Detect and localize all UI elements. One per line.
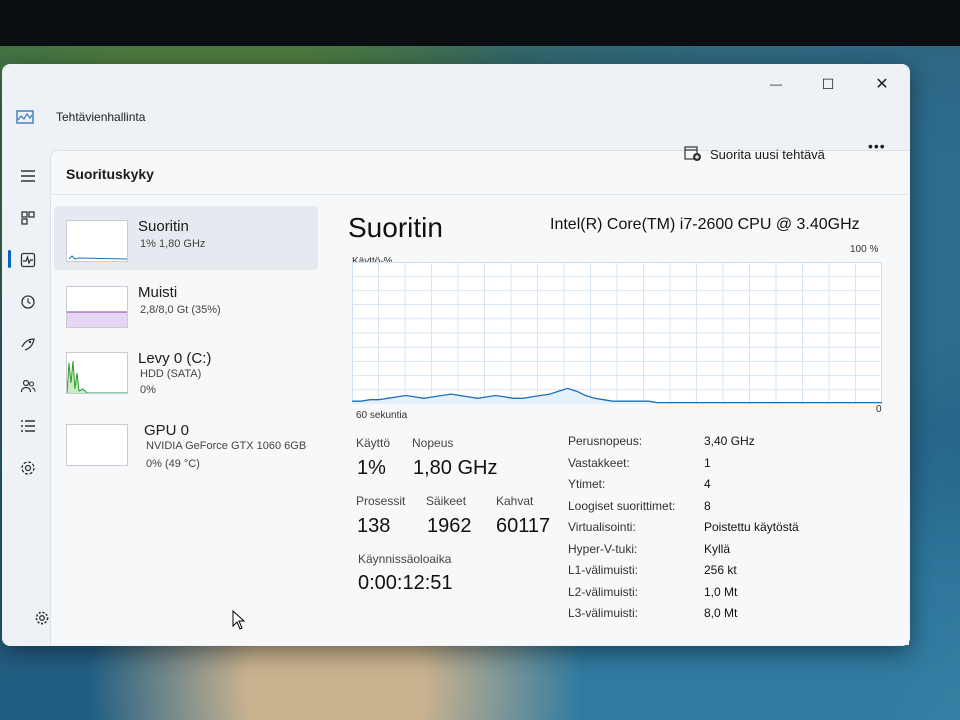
device-memory[interactable]: Muisti 2,8/8,0 Gt (35%) <box>54 272 318 336</box>
app-title: Tehtävienhallinta <box>56 110 146 124</box>
services-icon <box>21 461 35 475</box>
mouse-pointer <box>232 609 246 635</box>
usage-label: Käyttö <box>356 436 391 450</box>
maximize-button[interactable]: ☐ <box>808 70 848 98</box>
menu-icon <box>21 170 35 182</box>
graph-min-label: 0 <box>876 404 882 415</box>
spec-value: Poistettu käytöstä <box>704 520 799 534</box>
device-gpu[interactable]: GPU 0 NVIDIA GeForce GTX 1060 6GB 0% (49… <box>54 410 318 480</box>
device-memory-usage: 2,8/8,0 Gt (35%) <box>140 304 221 316</box>
nav-services[interactable] <box>14 454 42 482</box>
processes-value: 138 <box>357 515 391 537</box>
maximize-icon: ☐ <box>821 75 835 92</box>
spec-value: Kyllä <box>704 541 731 556</box>
handles-value: 60117 <box>496 515 551 537</box>
uptime-label: Käynnissäoloaika <box>358 552 452 566</box>
cpu-thumbnail-graph <box>66 220 128 262</box>
graph-time-label: 60 sekuntia <box>356 410 408 421</box>
device-memory-name: Muisti <box>138 284 178 301</box>
spec-value: 1 <box>704 455 711 470</box>
threads-label: Säikeet <box>426 494 467 508</box>
task-manager-app-icon <box>16 110 34 124</box>
device-cpu-usage: 1% 1,80 GHz <box>140 238 206 250</box>
users-icon <box>20 379 36 393</box>
device-disk[interactable]: Levy 0 (C:) HDD (SATA) 0% <box>54 338 318 408</box>
nav-details[interactable] <box>14 412 42 440</box>
history-icon <box>21 295 35 309</box>
spec-label: Perusnopeus: <box>568 434 643 448</box>
spec-label: Loogiset suorittimet: <box>568 498 676 513</box>
threads-value: 1962 <box>427 515 472 537</box>
device-disk-type: HDD (SATA) <box>140 368 202 380</box>
processes-label: Prosessit <box>356 494 406 508</box>
close-button[interactable]: ✕ <box>862 70 902 98</box>
device-gpu-name: GPU 0 <box>144 422 190 439</box>
device-gpu-model: NVIDIA GeForce GTX 1060 6GB <box>146 440 307 452</box>
cpu-model: Intel(R) Core(TM) i7-2600 CPU @ 3.40GHz <box>550 216 860 233</box>
spec-value: 4 <box>704 477 711 491</box>
details-icon <box>21 420 35 432</box>
graph-max-label: 100 % <box>850 244 879 255</box>
nav-processes[interactable] <box>14 204 42 232</box>
close-icon: ✕ <box>875 76 889 93</box>
spec-value: 8 <box>704 498 711 513</box>
spec-label: L3-välimuisti: <box>568 606 639 620</box>
usage-value: 1% <box>357 457 386 479</box>
minimize-button[interactable]: — <box>756 70 796 98</box>
run-task-icon <box>684 146 701 161</box>
monitor-bezel <box>0 0 960 46</box>
run-task-label: Suorita uusi tehtävä <box>710 146 825 162</box>
nav-menu-button[interactable] <box>14 162 42 190</box>
cpu-heading: Suoritin <box>348 212 443 243</box>
device-disk-usage: 0% <box>140 384 156 396</box>
disk-thumbnail-graph <box>66 352 128 394</box>
minimize-icon: — <box>770 77 782 91</box>
startup-icon <box>21 338 35 351</box>
spec-value: 8,0 Mt <box>704 606 738 620</box>
device-cpu-name: Suoritin <box>138 218 189 235</box>
speed-label: Nopeus <box>412 436 454 450</box>
spec-label: Ytimet: <box>568 477 606 491</box>
cpu-usage-graph <box>352 262 882 404</box>
device-gpu-usage: 0% (49 °C) <box>146 458 200 470</box>
run-new-task-button[interactable]: Suorita uusi tehtävä <box>684 142 825 166</box>
gpu-thumbnail-graph <box>66 424 128 466</box>
processes-icon <box>21 211 35 225</box>
cursor-arrow-icon <box>232 609 246 630</box>
spec-value: 256 kt <box>704 563 737 577</box>
spec-label: Vastakkeet: <box>568 455 630 470</box>
more-options-button[interactable]: ••• <box>868 138 886 154</box>
performance-icon <box>20 252 36 268</box>
memory-thumbnail-graph <box>66 286 128 328</box>
spec-value: 3,40 GHz <box>704 434 755 448</box>
header-divider <box>50 194 908 195</box>
nav-startup-apps[interactable] <box>14 330 42 358</box>
handles-label: Kahvat <box>496 494 534 508</box>
speed-value: 1,80 GHz <box>413 457 498 479</box>
nav-active-indicator <box>8 250 11 268</box>
spec-value: 1,0 Mt <box>704 584 738 599</box>
title-bar[interactable]: Tehtävienhallinta — ☐ ✕ <box>2 64 910 124</box>
spec-label: L2-välimuisti: <box>568 584 639 599</box>
page-title: Suorituskyky <box>66 166 154 182</box>
nav-users[interactable] <box>14 372 42 400</box>
device-cpu[interactable]: Suoritin 1% 1,80 GHz <box>54 206 318 270</box>
spec-label: Virtualisointi: <box>568 520 636 534</box>
nav-app-history[interactable] <box>14 288 42 316</box>
spec-label: L1-välimuisti: <box>568 563 639 577</box>
nav-performance[interactable] <box>14 246 42 274</box>
uptime-value: 0:00:12:51 <box>358 572 453 594</box>
device-disk-name: Levy 0 (C:) <box>138 350 212 367</box>
settings-icon <box>35 611 49 625</box>
spec-label: Hyper-V-tuki: <box>568 541 638 556</box>
